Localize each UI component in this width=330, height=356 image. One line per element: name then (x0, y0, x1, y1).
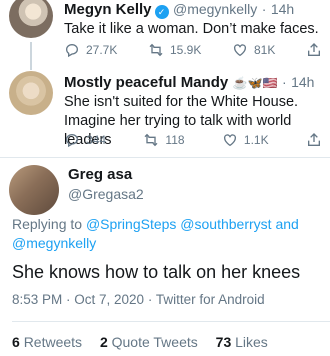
author-name[interactable]: Greg asa (68, 166, 144, 183)
share-button[interactable] (306, 132, 322, 148)
like-button[interactable]: 81K (232, 42, 275, 58)
replying-to-label: Replying to (12, 216, 83, 232)
share-icon (307, 133, 320, 146)
likes-label: Likes (235, 334, 268, 350)
reply-button[interactable]: 344 (64, 132, 106, 148)
thread-connector (30, 42, 32, 70)
tweet-timestamp[interactable]: 8:53 PM · Oct 7, 2020 · Twitter for Andr… (12, 292, 265, 307)
author-handle[interactable]: @megynkelly (173, 1, 257, 17)
likes-count: 73 (215, 334, 232, 350)
author-name[interactable]: Megyn Kelly (64, 1, 152, 18)
name-emoji: ☕🦋🇺🇸 (232, 76, 278, 90)
tweet-time[interactable]: 14h (291, 74, 314, 90)
retweet-button[interactable]: 15.9K (148, 42, 201, 58)
share-button[interactable] (306, 42, 322, 58)
likes-stat[interactable]: 73 Likes (216, 334, 268, 350)
verified-badge-icon: ✓ (154, 5, 169, 19)
quotes-count: 2 (99, 334, 108, 350)
quotes-label: Quote Tweets (111, 334, 198, 350)
tweet-mostly-peaceful-mandy[interactable]: Mostly peaceful Mandy ☕🦋🇺🇸 · 14h She isn… (0, 68, 330, 160)
retweets-stat[interactable]: 6 Retweets (12, 334, 86, 350)
tweet-greg-asa[interactable]: Greg asa @Gregasa2 Replying to @SpringSt… (0, 158, 330, 356)
reply-icon (66, 44, 78, 58)
replying-to: Replying to @SpringSteps @southberryst a… (12, 215, 322, 253)
like-count: 1.1K (243, 133, 269, 147)
avatar[interactable] (9, 0, 53, 38)
tweet-megyn-kelly[interactable]: Megyn Kelly ✓ @megynkelly · 14h Take it l… (0, 0, 330, 70)
retweet-button[interactable]: 118 (143, 132, 185, 148)
like-button[interactable]: 1.1K (222, 132, 269, 148)
author-handle[interactable]: @Gregasa2 (68, 186, 144, 202)
avatar[interactable] (9, 165, 59, 215)
tweet-text: Take it like a woman. Don’t make faces. (64, 21, 319, 37)
reply-button[interactable]: 27.7K (64, 42, 117, 58)
retweet-icon (149, 43, 163, 57)
quotes-stat[interactable]: 2 Quote Tweets (100, 334, 202, 350)
author-name[interactable]: Mostly peaceful Mandy (64, 74, 228, 91)
reply-icon (66, 134, 78, 148)
like-icon (223, 134, 236, 147)
like-icon (234, 44, 246, 57)
tweet-text: She knows how to talk on her knees (12, 262, 301, 282)
retweets-label: Retweets (23, 334, 83, 350)
divider (12, 321, 330, 322)
retweet-icon (144, 133, 158, 147)
share-icon (308, 43, 320, 56)
retweet-count: 118 (165, 133, 185, 147)
reply-count: 344 (86, 133, 107, 147)
tweet-time[interactable]: 14h (271, 1, 294, 17)
tweet-stats: 6 Retweets 2 Quote Tweets 73 Likes (12, 334, 268, 350)
avatar[interactable] (9, 71, 53, 115)
like-count: 81K (254, 43, 276, 57)
reply-count: 27.7K (86, 43, 118, 57)
retweets-count: 6 (12, 334, 20, 350)
retweet-count: 15.9K (170, 43, 202, 57)
